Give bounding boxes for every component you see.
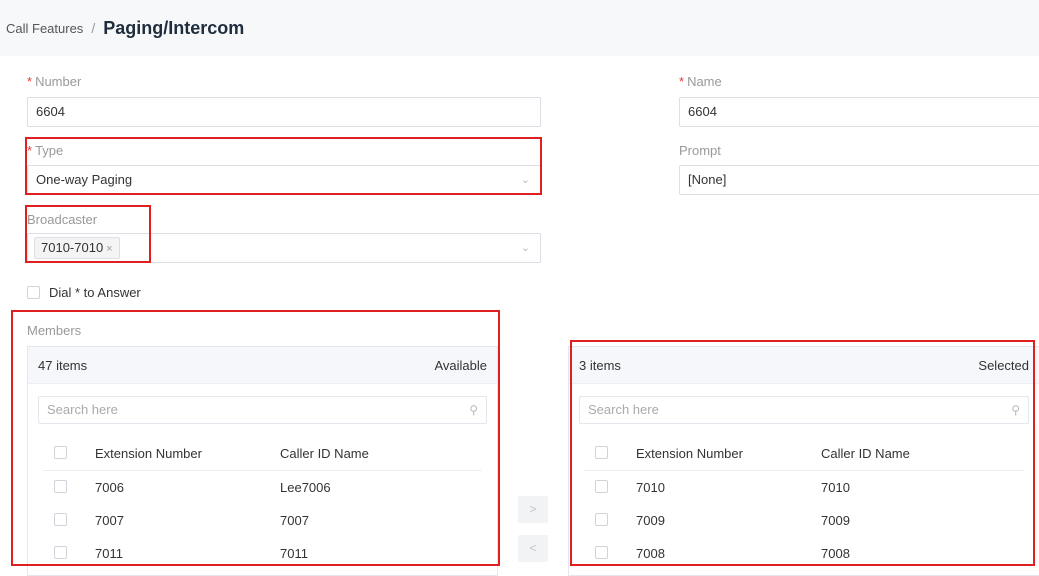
selected-panel: 3 items Selected Search here ⚲ Extension… bbox=[568, 346, 1039, 576]
cell-caller-id: 7010 bbox=[821, 480, 850, 495]
cell-caller-id: 7008 bbox=[821, 546, 850, 561]
prompt-label-wrap: Prompt bbox=[679, 142, 721, 160]
available-title: Available bbox=[434, 357, 487, 373]
prompt-label: Prompt bbox=[679, 143, 721, 158]
broadcaster-tag: 7010-7010 × bbox=[34, 237, 120, 259]
dial-to-answer[interactable]: Dial * to Answer bbox=[27, 285, 141, 300]
move-right-button[interactable]: > bbox=[518, 496, 548, 523]
column-header: Extension Number bbox=[636, 446, 743, 461]
type-label: Type bbox=[35, 143, 64, 158]
required-mark: * bbox=[679, 74, 685, 89]
available-search-input[interactable]: Search here ⚲ bbox=[38, 396, 487, 424]
dial-to-answer-label: Dial * to Answer bbox=[49, 285, 141, 300]
table-row[interactable]: 7006 Lee7006 bbox=[43, 471, 482, 504]
row-checkbox[interactable] bbox=[54, 479, 67, 493]
row-checkbox[interactable] bbox=[54, 512, 67, 526]
members-label-wrap: Members bbox=[27, 322, 81, 340]
cell-extension: 7010 bbox=[636, 480, 665, 495]
row-checkbox[interactable] bbox=[54, 545, 67, 559]
selected-count: 3 items bbox=[579, 357, 621, 373]
cell-extension: 7006 bbox=[95, 480, 124, 495]
row-checkbox[interactable] bbox=[595, 545, 608, 559]
selected-title: Selected bbox=[978, 357, 1029, 373]
cell-extension: 7007 bbox=[95, 513, 124, 528]
required-mark: * bbox=[27, 143, 33, 158]
broadcaster-label-wrap: Broadcaster bbox=[27, 211, 97, 229]
cell-caller-id: 7009 bbox=[821, 513, 850, 528]
table-row[interactable]: 7011 7011 bbox=[43, 537, 482, 570]
table-row[interactable]: 7009 7009 bbox=[584, 504, 1024, 537]
dial-to-answer-checkbox[interactable] bbox=[27, 286, 40, 299]
cell-extension: 7008 bbox=[636, 546, 665, 561]
available-panel: 47 items Available Search here ⚲ Extensi… bbox=[27, 346, 498, 576]
page-header: Call Features / Paging/Intercom bbox=[0, 0, 1039, 56]
chevron-down-icon: ⌄ bbox=[520, 174, 530, 186]
breadcrumb-parent[interactable]: Call Features bbox=[6, 21, 83, 36]
search-icon: ⚲ bbox=[1011, 403, 1020, 417]
required-mark: * bbox=[27, 74, 33, 89]
table-row[interactable]: 7010 7010 bbox=[584, 471, 1024, 504]
selected-panel-header: 3 items Selected bbox=[569, 347, 1039, 384]
members-label: Members bbox=[27, 323, 82, 338]
table-row[interactable]: 7008 7008 bbox=[584, 537, 1024, 570]
row-checkbox[interactable] bbox=[595, 512, 608, 526]
breadcrumb-separator: / bbox=[91, 20, 96, 36]
search-placeholder: Search here bbox=[588, 402, 659, 417]
available-table-header: Extension Number Caller ID Name bbox=[43, 437, 482, 471]
select-all-checkbox[interactable] bbox=[595, 445, 608, 459]
number-input[interactable]: 6604 bbox=[27, 97, 541, 127]
name-label: Name bbox=[687, 74, 722, 89]
selected-search-input[interactable]: Search here ⚲ bbox=[579, 396, 1029, 424]
search-icon: ⚲ bbox=[469, 403, 478, 417]
move-left-button[interactable]: < bbox=[518, 535, 548, 562]
selected-table-header: Extension Number Caller ID Name bbox=[584, 437, 1024, 471]
type-select[interactable]: One-way Paging ⌄ bbox=[27, 165, 541, 195]
type-label-wrap: * Type bbox=[27, 142, 63, 160]
name-label-wrap: * Name bbox=[679, 73, 722, 91]
cell-caller-id: 7007 bbox=[280, 513, 309, 528]
page-title: Paging/Intercom bbox=[103, 17, 245, 38]
broadcaster-tag-label: 7010-7010 bbox=[41, 240, 104, 255]
number-label-wrap: * Number bbox=[27, 73, 81, 91]
cell-extension: 7011 bbox=[95, 546, 123, 561]
cell-caller-id: 7011 bbox=[280, 546, 308, 561]
search-placeholder: Search here bbox=[47, 402, 118, 417]
prompt-select[interactable]: [None] bbox=[679, 165, 1039, 195]
available-panel-header: 47 items Available bbox=[28, 347, 497, 384]
column-header: Caller ID Name bbox=[821, 446, 910, 461]
broadcaster-select[interactable]: 7010-7010 × ⌄ bbox=[27, 233, 541, 263]
type-select-value: One-way Paging bbox=[36, 172, 133, 187]
select-all-checkbox[interactable] bbox=[54, 445, 67, 459]
number-label: Number bbox=[35, 74, 82, 89]
chevron-down-icon: ⌄ bbox=[520, 242, 530, 254]
available-count: 47 items bbox=[38, 357, 88, 373]
cell-extension: 7009 bbox=[636, 513, 665, 528]
broadcaster-label: Broadcaster bbox=[27, 212, 98, 227]
name-input[interactable]: 6604 bbox=[679, 97, 1039, 127]
column-header: Extension Number bbox=[95, 446, 202, 461]
tag-close-icon[interactable]: × bbox=[106, 243, 112, 255]
table-row[interactable]: 7007 7007 bbox=[43, 504, 482, 537]
column-header: Caller ID Name bbox=[280, 446, 369, 461]
cell-caller-id: Lee7006 bbox=[280, 480, 331, 495]
row-checkbox[interactable] bbox=[595, 479, 608, 493]
